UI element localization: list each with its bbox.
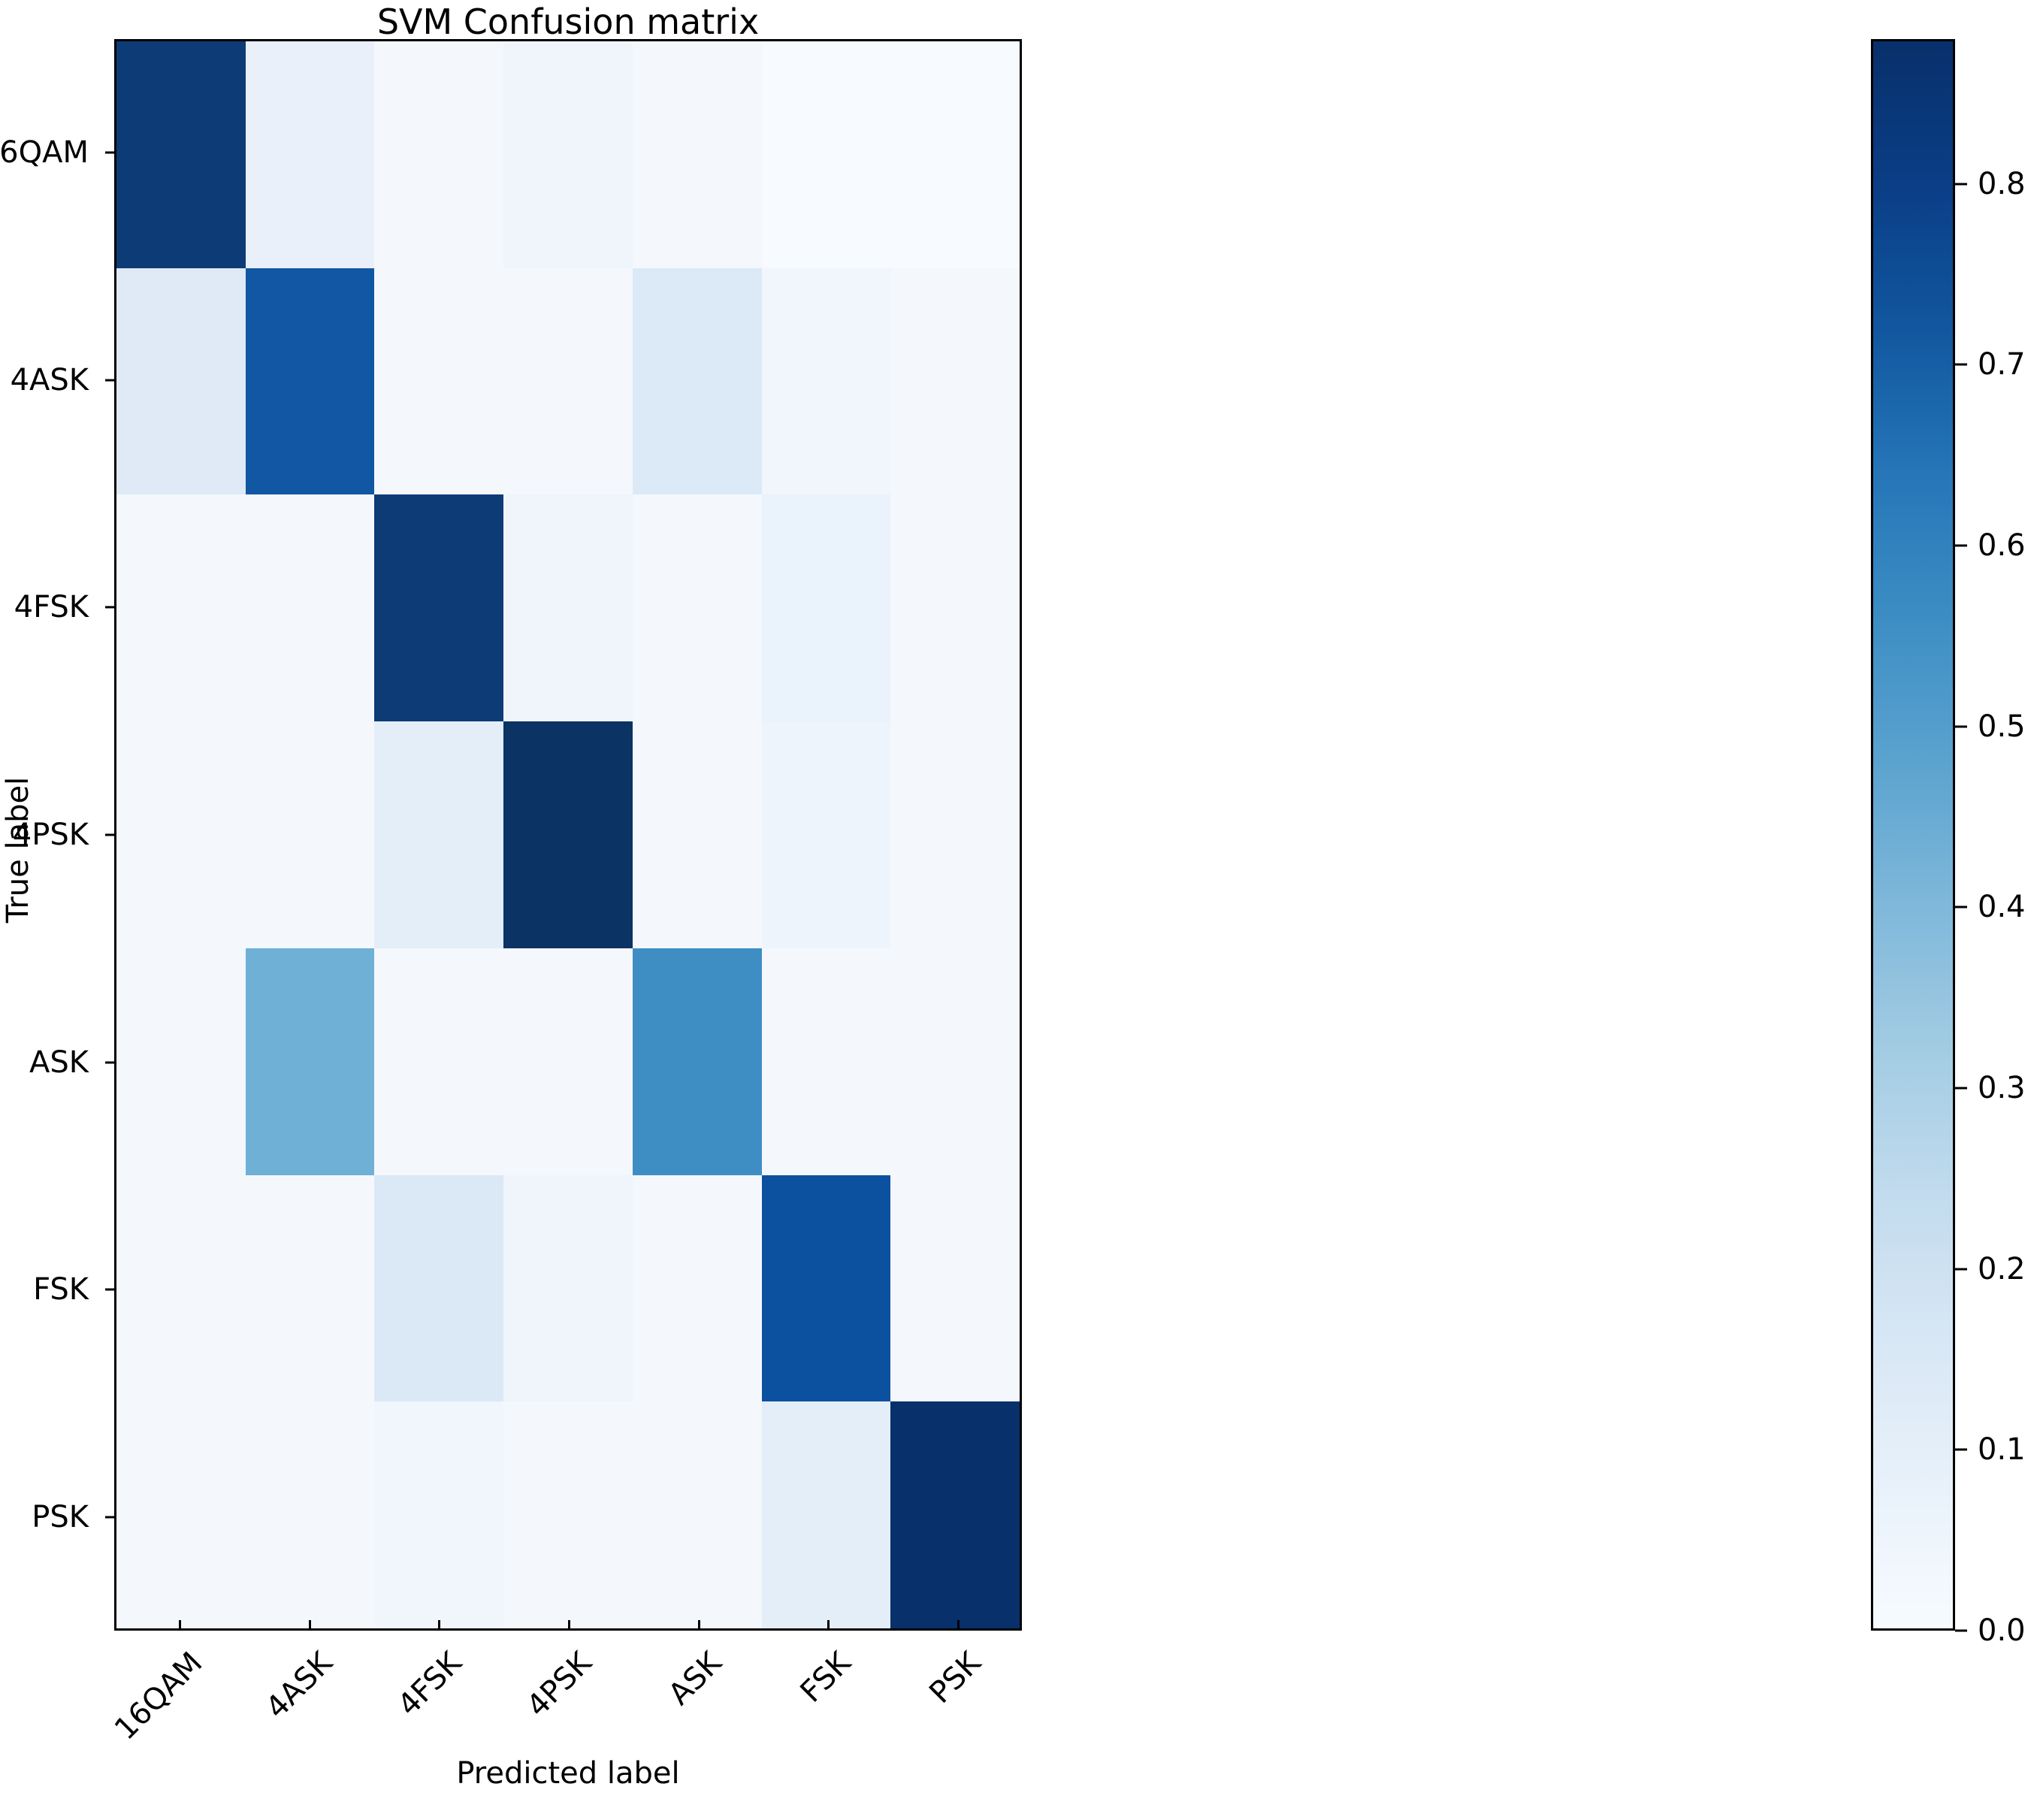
matrix-cell (890, 41, 1020, 268)
colorbar-tick-mark (1955, 905, 1967, 908)
colorbar-axes (1871, 39, 1955, 1631)
matrix-cell (890, 494, 1020, 722)
colorbar-tick-mark (1955, 1448, 1967, 1451)
y-axis-tick-labels: 16QAM 4ASK 4FSK 4PSK ASK FSK PSK (0, 39, 116, 1631)
y-tick-label: FSK (33, 1272, 89, 1308)
matrix-cell (245, 721, 375, 948)
matrix-cell (245, 41, 375, 268)
matrix-cell (116, 948, 246, 1175)
y-tick-label: ASK (29, 1045, 89, 1080)
x-tick-mark (308, 1620, 311, 1631)
x-tick-label: 16QAM (108, 1645, 210, 1747)
colorbar-tick-label: 0.4 (1978, 890, 2026, 925)
colorbar-tick-mark (1955, 363, 1967, 366)
matrix-cell (632, 494, 762, 722)
matrix-cell (374, 494, 504, 722)
matrix-cell (116, 41, 246, 268)
matrix-cell (890, 268, 1020, 495)
matrix-cell (632, 948, 762, 1175)
matrix-cell (632, 721, 762, 948)
x-tick-label: FSK (793, 1645, 858, 1710)
y-tick-label: 4PSK (12, 818, 89, 852)
matrix-cell (761, 268, 891, 495)
matrix-cell (245, 1175, 375, 1402)
matrix-cell (761, 1401, 891, 1628)
matrix-cell (632, 268, 762, 495)
matrix-cell (761, 1175, 891, 1402)
colorbar-tick-label: 0.2 (1978, 1251, 2026, 1286)
matrix-cell (632, 41, 762, 268)
matrix-cell (245, 948, 375, 1175)
x-tick-label: PSK (923, 1645, 988, 1710)
figure-canvas: SVM Confusion matrix True label 16QAM4AS… (0, 0, 2043, 1820)
matrix-cell (761, 721, 891, 948)
matrix-cell (632, 1401, 762, 1628)
matrix-cell (890, 721, 1020, 948)
colorbar-tick-mark (1955, 1268, 1967, 1271)
matrix-cell (890, 948, 1020, 1175)
x-tick-mark (827, 1620, 830, 1631)
x-tick-label: 4FSK (391, 1645, 469, 1723)
colorbar-tick-label: 0.8 (1978, 166, 2026, 201)
matrix-cell (374, 41, 504, 268)
matrix-cell (374, 721, 504, 948)
y-tick-label: PSK (32, 1499, 89, 1534)
colorbar-tick-label: 0.7 (1978, 347, 2026, 382)
x-tick-mark (179, 1620, 182, 1631)
y-tick-label: 4ASK (10, 362, 89, 398)
matrix-cell (116, 1175, 246, 1402)
x-tick-label: 4ASK (258, 1645, 340, 1726)
colorbar-tick-mark (1955, 725, 1967, 728)
matrix-cell (245, 494, 375, 722)
colorbar-tick-labels: 0.8 0.7 0.6 0.5 0.4 0.3 0.2 0.1 0.0 (1955, 39, 2043, 1646)
x-tick-mark (568, 1620, 570, 1631)
colorbar-gradient (1873, 41, 1953, 1628)
matrix-cell (761, 948, 891, 1175)
colorbar-tick-label: 0.6 (1978, 528, 2026, 563)
x-axis-title: Predicted label (456, 1756, 680, 1791)
y-tick-label: 4FSK (14, 590, 89, 625)
colorbar-tick-label: 0.5 (1978, 709, 2026, 744)
colorbar-tick-mark (1955, 183, 1967, 186)
y-tick-label: 16QAM (0, 135, 89, 171)
colorbar-tick-label: 0.0 (1978, 1613, 2026, 1648)
colorbar-tick-label: 0.3 (1978, 1070, 2026, 1105)
matrix-cell (761, 494, 891, 722)
x-tick-mark (957, 1620, 960, 1631)
x-tick-mark (438, 1620, 441, 1631)
confusion-matrix-grid (116, 41, 1020, 1628)
colorbar-tick-label: 0.1 (1978, 1432, 2026, 1468)
matrix-cell (374, 948, 504, 1175)
x-tick-label: 4PSK (520, 1645, 599, 1724)
matrix-cell (374, 1175, 504, 1402)
matrix-cell (245, 1401, 375, 1628)
matrix-cell (503, 268, 633, 495)
x-tick-label: ASK (661, 1645, 728, 1713)
x-tick-mark (697, 1620, 700, 1631)
chart-title: SVM Confusion matrix (376, 2, 760, 42)
confusion-matrix-axes (114, 39, 1022, 1631)
matrix-cell (374, 268, 504, 495)
matrix-cell (116, 494, 246, 722)
matrix-cell (503, 494, 633, 722)
matrix-cell (503, 721, 633, 948)
matrix-cell (116, 268, 246, 495)
matrix-cell (503, 1401, 633, 1628)
colorbar-tick-mark (1955, 1629, 1967, 1632)
matrix-cell (890, 1401, 1020, 1628)
matrix-cell (116, 721, 246, 948)
colorbar-tick-mark (1955, 1087, 1967, 1090)
matrix-cell (890, 1175, 1020, 1402)
matrix-cell (116, 1401, 246, 1628)
matrix-cell (503, 41, 633, 268)
matrix-cell (503, 1175, 633, 1402)
matrix-cell (374, 1401, 504, 1628)
matrix-cell (761, 41, 891, 268)
matrix-cell (245, 268, 375, 495)
matrix-cell (503, 948, 633, 1175)
matrix-cell (632, 1175, 762, 1402)
colorbar-tick-mark (1955, 544, 1967, 547)
